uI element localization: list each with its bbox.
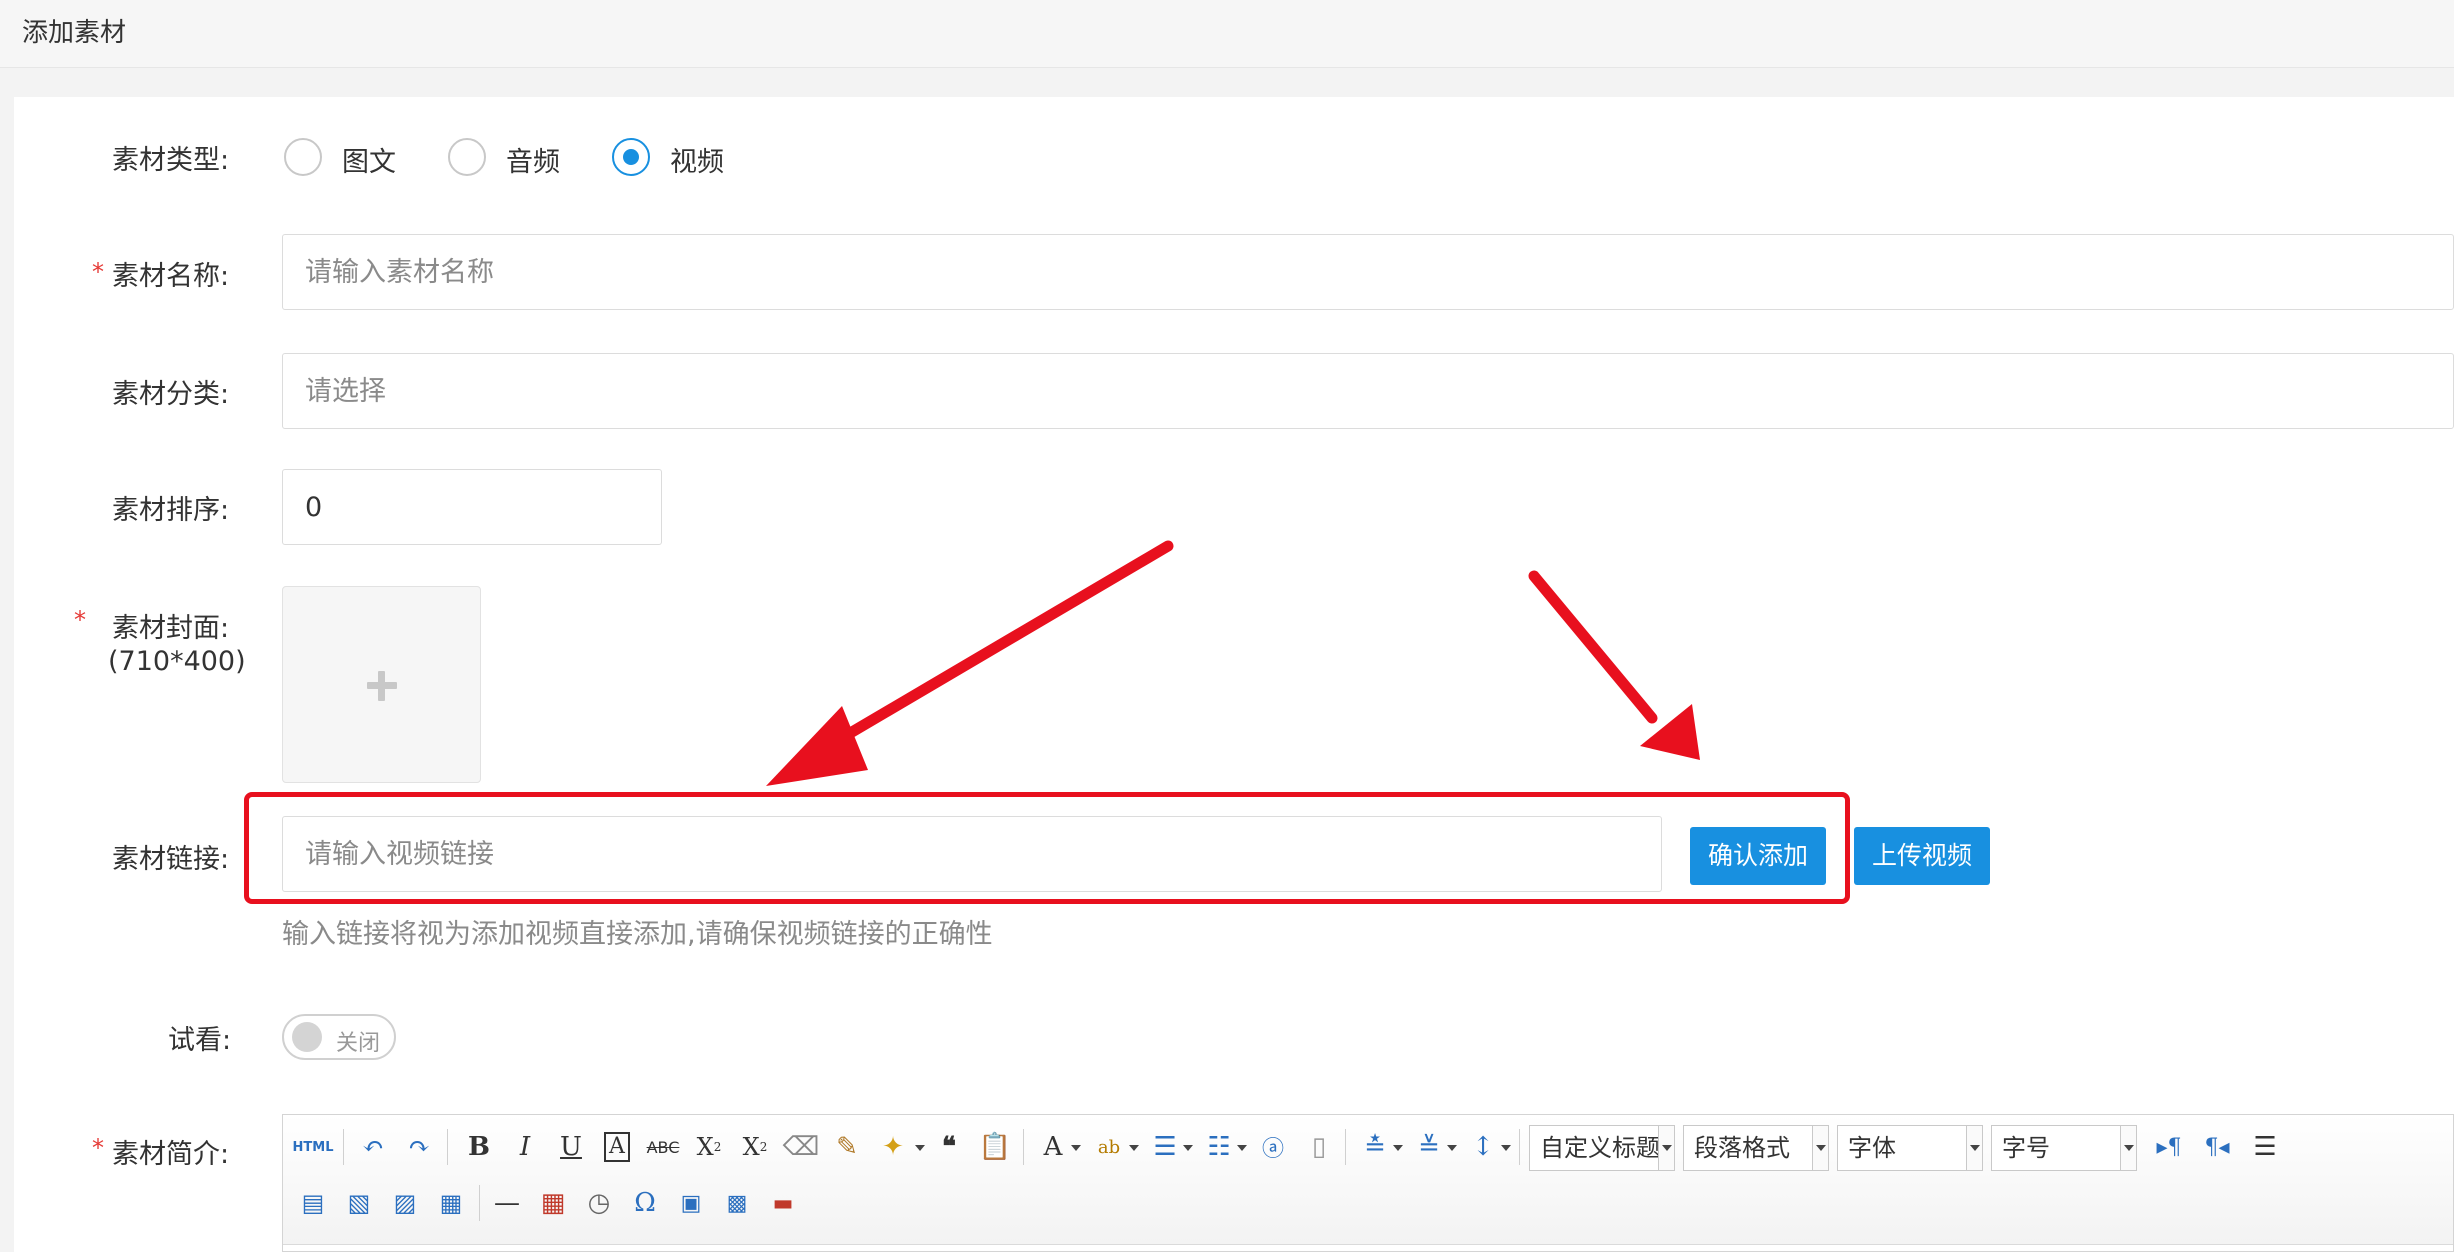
arrow-right: [1528, 570, 1700, 760]
annotation-arrows: [766, 540, 1700, 786]
arrow-left: [766, 540, 1174, 786]
